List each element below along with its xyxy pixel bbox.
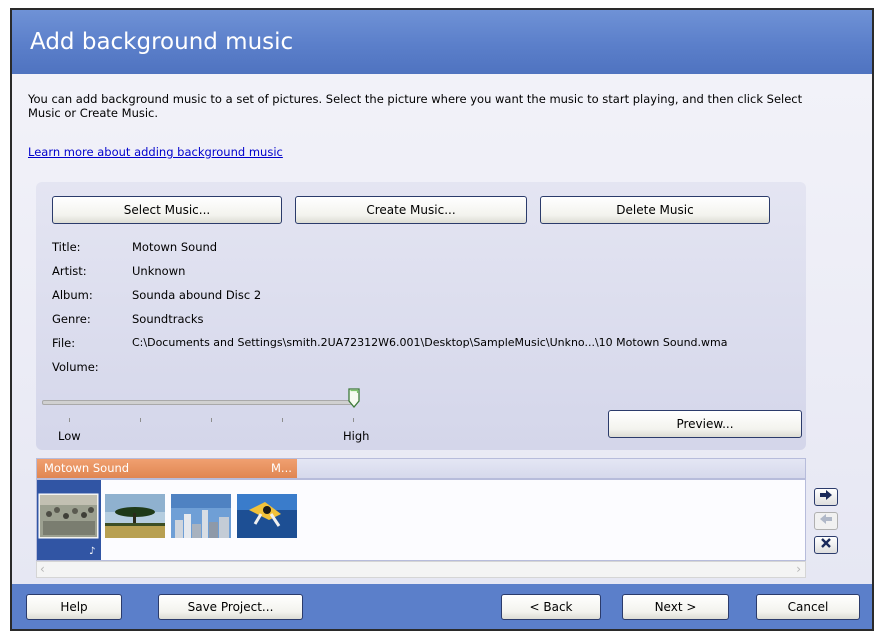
music-timeline: Motown Sound M... bbox=[36, 458, 806, 479]
picture-thumbnail[interactable] bbox=[169, 480, 233, 560]
move-right-button[interactable] bbox=[814, 488, 838, 506]
artist-value: Unknown bbox=[132, 264, 186, 278]
volume-tick bbox=[353, 418, 354, 422]
music-segment-title: Motown Sound bbox=[44, 461, 130, 475]
picture-thumbnail[interactable] bbox=[235, 480, 299, 560]
title-value: Motown Sound bbox=[132, 240, 218, 254]
create-music-button[interactable]: Create Music... bbox=[295, 196, 527, 224]
volume-slider-thumb[interactable] bbox=[348, 388, 360, 409]
title-label: Title: bbox=[52, 240, 81, 254]
volume-high-label: High bbox=[343, 429, 370, 443]
album-value: Sounda abound Disc 2 bbox=[132, 288, 262, 302]
picture-strip-scrollbar[interactable]: ‹ › bbox=[36, 561, 806, 578]
page-title: Add background music bbox=[30, 29, 294, 55]
back-button[interactable]: < Back bbox=[501, 594, 601, 620]
preview-button[interactable]: Preview... bbox=[608, 410, 802, 438]
volume-low-label: Low bbox=[58, 429, 81, 443]
wizard-window: Add background music You can add backgro… bbox=[10, 8, 874, 631]
scroll-right-icon[interactable]: › bbox=[796, 562, 801, 577]
volume-slider-track[interactable] bbox=[42, 400, 356, 405]
next-button[interactable]: Next > bbox=[622, 594, 729, 620]
scroll-left-icon[interactable]: ‹ bbox=[40, 562, 45, 577]
learn-more-link[interactable]: Learn more about adding background music bbox=[28, 145, 283, 159]
delete-music-button[interactable]: Delete Music bbox=[540, 196, 770, 224]
wizard-header: Add background music bbox=[12, 10, 872, 74]
volume-tick bbox=[140, 418, 141, 422]
picture-thumbnail[interactable] bbox=[103, 480, 167, 560]
album-label: Album: bbox=[52, 288, 93, 302]
volume-tick bbox=[69, 418, 70, 422]
arrow-left-icon bbox=[820, 514, 832, 524]
volume-label: Volume: bbox=[52, 360, 99, 374]
remove-button[interactable] bbox=[814, 536, 838, 554]
move-left-button[interactable] bbox=[814, 512, 838, 530]
picture-strip: ♪ bbox=[36, 479, 806, 561]
volume-tick bbox=[211, 418, 212, 422]
save-project-button[interactable]: Save Project... bbox=[158, 594, 303, 620]
content-area: You can add background music to a set of… bbox=[12, 74, 872, 584]
volume-tick bbox=[282, 418, 283, 422]
close-icon bbox=[821, 538, 831, 548]
music-note-icon: ♪ bbox=[89, 546, 95, 557]
artist-label: Artist: bbox=[52, 264, 87, 278]
select-music-button[interactable]: Select Music... bbox=[52, 196, 282, 224]
arrow-right-icon bbox=[820, 490, 832, 500]
music-segment[interactable]: Motown Sound M... bbox=[37, 459, 297, 478]
cancel-button[interactable]: Cancel bbox=[756, 594, 860, 620]
genre-value: Soundtracks bbox=[132, 312, 204, 326]
help-button[interactable]: Help bbox=[26, 594, 122, 620]
file-value: C:\Documents and Settings\smith.2UA72312… bbox=[132, 336, 728, 349]
description-text: You can add background music to a set of… bbox=[28, 92, 803, 120]
genre-label: Genre: bbox=[52, 312, 91, 326]
picture-thumbnail[interactable]: ♪ bbox=[37, 480, 101, 560]
wizard-footer: Help Save Project... < Back Next > Cance… bbox=[12, 584, 872, 629]
music-segment-suffix: M... bbox=[271, 461, 292, 475]
file-label: File: bbox=[52, 336, 76, 350]
